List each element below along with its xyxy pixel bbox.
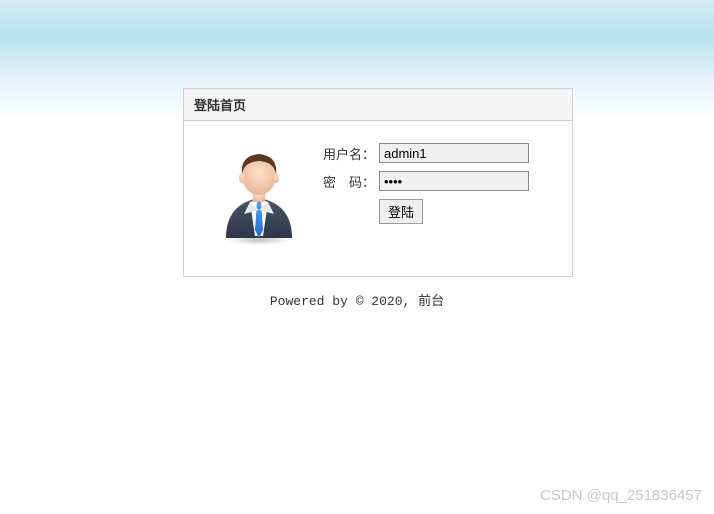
login-panel: 登陆首页 xyxy=(183,88,573,277)
panel-title: 登陆首页 xyxy=(184,89,572,121)
user-avatar-icon xyxy=(214,146,304,246)
submit-row: 登陆 xyxy=(319,199,557,224)
password-row: 密 码： xyxy=(319,171,557,191)
username-row: 用户名： xyxy=(319,143,557,163)
panel-body: 用户名： 密 码： 登陆 xyxy=(184,121,572,276)
login-button[interactable]: 登陆 xyxy=(379,199,423,224)
username-input[interactable] xyxy=(379,143,529,163)
footer-text: Powered by © 2020, 前台 xyxy=(0,290,714,309)
watermark: CSDN @qq_251836457 xyxy=(540,487,702,504)
password-label: 密 码： xyxy=(319,172,379,191)
username-label: 用户名： xyxy=(319,144,379,163)
login-form: 用户名： 密 码： 登陆 xyxy=(319,141,557,224)
password-input[interactable] xyxy=(379,171,529,191)
avatar-container xyxy=(199,141,319,246)
